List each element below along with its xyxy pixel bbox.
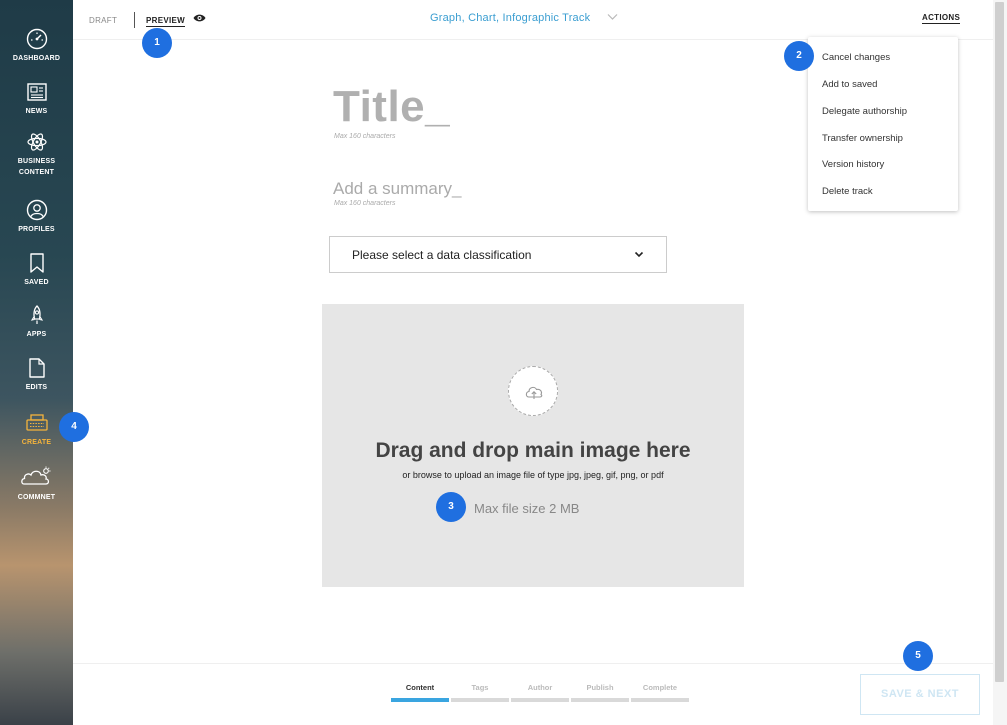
scrollbar-thumb[interactable]: [995, 2, 1004, 682]
sidebar-item-commnet[interactable]: COMMNET: [0, 465, 73, 503]
menu-item-add-to-saved[interactable]: Add to saved: [822, 79, 877, 90]
sidebar-item-label: DASHBOARD: [12, 55, 61, 62]
dropzone-title: Drag and drop main image here: [375, 439, 691, 462]
tab-divider: [134, 12, 135, 28]
summary-hint: Max 160 characters: [334, 200, 396, 207]
sidebar-item-business-content[interactable]: BUSINESS CONTENT: [0, 131, 73, 178]
sidebar-item-profiles[interactable]: PROFILES: [0, 199, 73, 235]
menu-item-delegate-authorship[interactable]: Delegate authorship: [822, 106, 907, 117]
sidebar-item-label-line2: CONTENT: [18, 169, 55, 176]
rocket-icon: [30, 305, 43, 324]
menu-item-transfer-ownership[interactable]: Transfer ownership: [822, 133, 903, 144]
dropzone-max-size: Max file size 2 MB: [474, 501, 580, 516]
chevron-down-icon[interactable]: [607, 13, 618, 21]
step-marker-4: 4: [59, 412, 89, 442]
actions-menu-button[interactable]: ACTIONS: [922, 13, 961, 24]
sidebar-item-saved[interactable]: SAVED: [0, 252, 73, 288]
title-hint: Max 160 characters: [334, 133, 396, 140]
cloud-upload-icon: [525, 386, 543, 399]
step-complete[interactable]: Complete: [631, 683, 689, 692]
sidebar-item-news[interactable]: NEWS: [0, 81, 73, 117]
document-icon: [28, 358, 45, 378]
title-input[interactable]: Title_: [333, 82, 450, 132]
user-circle-icon: [26, 199, 47, 221]
tab-draft[interactable]: DRAFT: [89, 16, 117, 25]
step-marker-3: 3: [436, 492, 466, 522]
atom-icon: [26, 133, 47, 151]
sidebar-item-label: BUSINESS: [17, 158, 56, 165]
sidebar-item-label: APPS: [26, 331, 47, 338]
sidebar-item-edits[interactable]: EDITS: [0, 357, 73, 393]
tab-preview[interactable]: PREVIEW: [146, 16, 185, 27]
eye-icon[interactable]: [193, 13, 206, 23]
chevron-down-icon: [634, 251, 644, 258]
step-progress-tags: [451, 698, 509, 702]
upload-button[interactable]: [508, 366, 558, 416]
step-progress-publish: [571, 698, 629, 702]
typewriter-icon: [25, 414, 48, 431]
step-marker-5: 5: [903, 641, 933, 671]
summary-input[interactable]: Add a summary_: [333, 179, 462, 199]
sidebar: DASHBOARD NEWS BUSINESS CONTENT PROFILES: [0, 0, 73, 725]
save-next-button[interactable]: SAVE & NEXT: [860, 674, 980, 715]
dashboard-gauge-icon: [26, 28, 47, 50]
sidebar-item-label: CREATE: [21, 439, 52, 446]
newspaper-icon: [26, 83, 47, 101]
step-marker-2: 2: [784, 41, 814, 71]
page-scrollbar[interactable]: [993, 0, 1007, 725]
bottom-bar: Content Tags Author Publish Complete SAV…: [73, 663, 993, 725]
top-bar: DRAFT PREVIEW Graph, Chart, Infographic …: [73, 0, 993, 40]
data-classification-value: Please select a data classification: [352, 248, 532, 262]
menu-item-delete-track[interactable]: Delete track: [822, 186, 873, 197]
image-dropzone[interactable]: Drag and drop main image here or browse …: [322, 304, 744, 587]
track-type-selector[interactable]: Graph, Chart, Infographic Track: [430, 12, 590, 24]
bookmark-icon: [29, 253, 44, 273]
step-progress-author: [511, 698, 569, 702]
sidebar-item-label: NEWS: [25, 108, 48, 115]
sidebar-item-label: EDITS: [25, 384, 48, 391]
comment-cloud-icon: [20, 466, 50, 485]
sidebar-item-label: PROFILES: [18, 226, 55, 233]
step-content[interactable]: Content: [391, 683, 449, 692]
menu-item-cancel-changes[interactable]: Cancel changes: [822, 52, 890, 63]
step-progress-complete: [631, 698, 689, 702]
sidebar-item-apps[interactable]: APPS: [0, 304, 73, 340]
menu-item-version-history[interactable]: Version history: [822, 159, 884, 170]
sidebar-item-label: SAVED: [24, 279, 49, 286]
data-classification-select[interactable]: Please select a data classification: [329, 236, 667, 273]
step-progress-content: [391, 698, 449, 702]
step-publish[interactable]: Publish: [571, 683, 629, 692]
step-tags[interactable]: Tags: [451, 683, 509, 692]
actions-dropdown-menu: Cancel changes Add to saved Delegate aut…: [808, 37, 958, 211]
step-author[interactable]: Author: [511, 683, 569, 692]
step-marker-1: 1: [142, 28, 172, 58]
sidebar-item-label: COMMNET: [17, 494, 56, 501]
dropzone-browse-link[interactable]: or browse to upload an image file of typ…: [322, 470, 744, 480]
sidebar-item-dashboard[interactable]: DASHBOARD: [0, 28, 73, 64]
